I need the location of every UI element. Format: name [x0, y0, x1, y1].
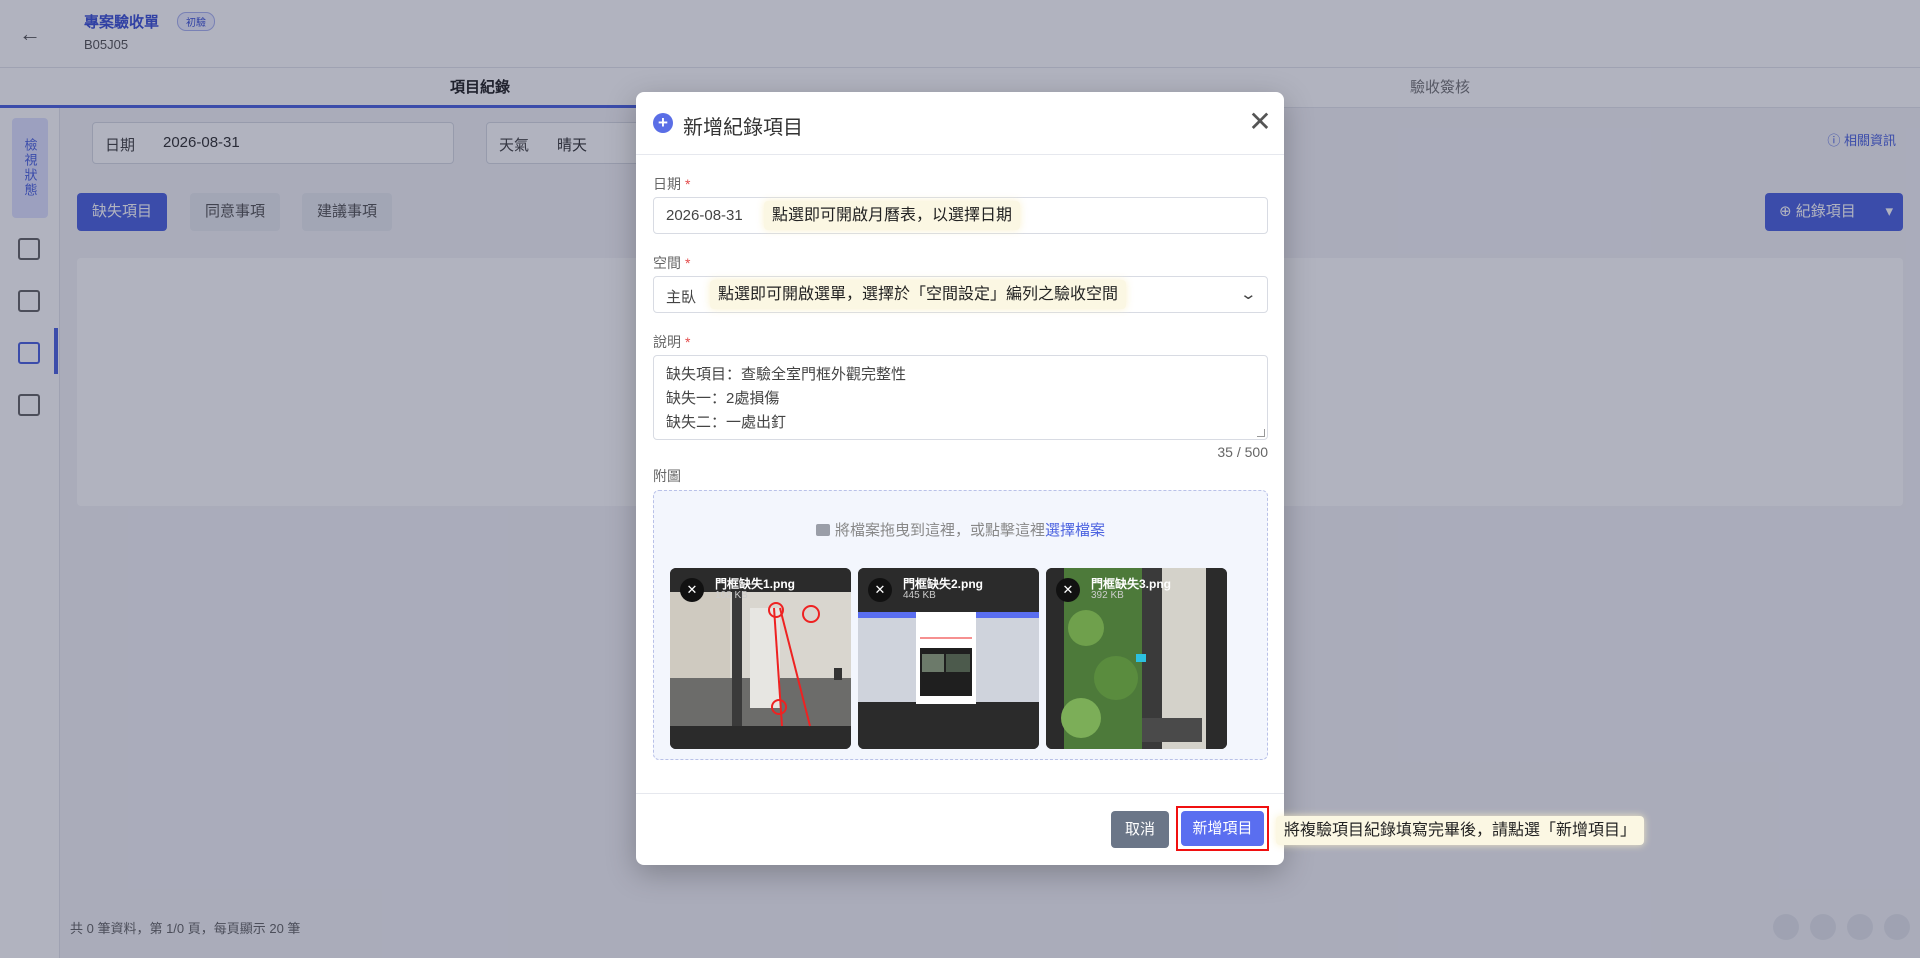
- space-select[interactable]: 主臥 點選即可開啟選單，選擇於「空間設定」編列之驗收空間 ⌄: [653, 276, 1268, 313]
- description-label-text: 說明: [653, 334, 681, 350]
- chevron-down-icon: ⌄: [1239, 286, 1258, 303]
- close-icon[interactable]: ✕: [1245, 108, 1275, 138]
- image-icon: [815, 524, 830, 536]
- remove-file-icon[interactable]: ✕: [680, 578, 704, 602]
- dropzone-text-row: 將檔案拖曳到這裡，或點擊這裡選擇檔案: [654, 519, 1267, 540]
- description-line: 缺失一：2處損傷: [666, 390, 780, 407]
- remove-file-icon[interactable]: ✕: [868, 578, 892, 602]
- file-size: 108 KB: [715, 590, 748, 601]
- submit-hint: 將複驗項目紀錄填寫完畢後，請點選「新增項目」: [1276, 816, 1645, 845]
- file-size: 392 KB: [1091, 590, 1124, 601]
- attachment-thumbnail[interactable]: ✕ 門框缺失1.png 108 KB: [670, 568, 851, 749]
- attachments-label: 附圖: [653, 468, 681, 484]
- highlight-frame: 新增項目: [1176, 806, 1269, 851]
- file-size: 445 KB: [903, 590, 936, 601]
- space-select-value: 主臥: [666, 289, 697, 306]
- add-record-dialog: + 新增紀錄項目 ✕ 日期 * 2026-08-31 點選即可開啟月曆表，以選擇日…: [636, 92, 1284, 865]
- remove-file-icon[interactable]: ✕: [1056, 578, 1080, 602]
- description-line: 缺失項目：查驗全室門框外觀完整性: [666, 366, 907, 383]
- dropzone-text: 將檔案拖曳到這裡，或點擊這裡: [834, 522, 1045, 539]
- dialog-footer: 取消 新增項目: [636, 793, 1284, 865]
- required-mark: *: [685, 334, 691, 350]
- required-mark: *: [685, 176, 691, 192]
- dialog-title: 新增紀錄項目: [683, 117, 803, 139]
- cancel-button[interactable]: 取消: [1111, 811, 1169, 848]
- attachment-thumbnail[interactable]: ✕ 門框缺失3.png 392 KB: [1046, 568, 1227, 749]
- space-label-text: 空間: [653, 255, 681, 271]
- date-label-text: 日期: [653, 176, 681, 192]
- space-field-label: 空間 *: [653, 253, 690, 273]
- date-hint: 點選即可開啟月曆表，以選擇日期: [764, 201, 1021, 230]
- attachment-thumbnail[interactable]: ✕ 門框缺失2.png 445 KB: [858, 568, 1039, 749]
- date-field[interactable]: 2026-08-31 點選即可開啟月曆表，以選擇日期: [653, 197, 1268, 234]
- description-line: 缺失二：一處出釘: [666, 414, 787, 431]
- select-file-link[interactable]: 選擇檔案: [1045, 522, 1105, 539]
- plus-circle-icon: +: [653, 113, 673, 133]
- description-textarea[interactable]: 缺失項目：查驗全室門框外觀完整性 缺失一：2處損傷 缺失二：一處出釘: [653, 355, 1268, 440]
- resize-handle[interactable]: [1257, 429, 1265, 437]
- add-item-button[interactable]: 新增項目: [1181, 811, 1264, 846]
- date-field-value: 2026-08-31: [666, 207, 743, 224]
- space-hint: 點選即可開啟選單，選擇於「空間設定」編列之驗收空間: [710, 280, 1127, 309]
- dialog-header: + 新增紀錄項目 ✕: [636, 92, 1284, 155]
- character-counter: 35 / 500: [1217, 444, 1268, 460]
- file-dropzone[interactable]: 將檔案拖曳到這裡，或點擊這裡選擇檔案 ✕ 門框缺失1.png 108 KB ✕ …: [653, 490, 1268, 760]
- required-mark: *: [685, 255, 691, 271]
- date-field-label: 日期 *: [653, 174, 690, 194]
- description-field-label: 說明 *: [653, 332, 690, 352]
